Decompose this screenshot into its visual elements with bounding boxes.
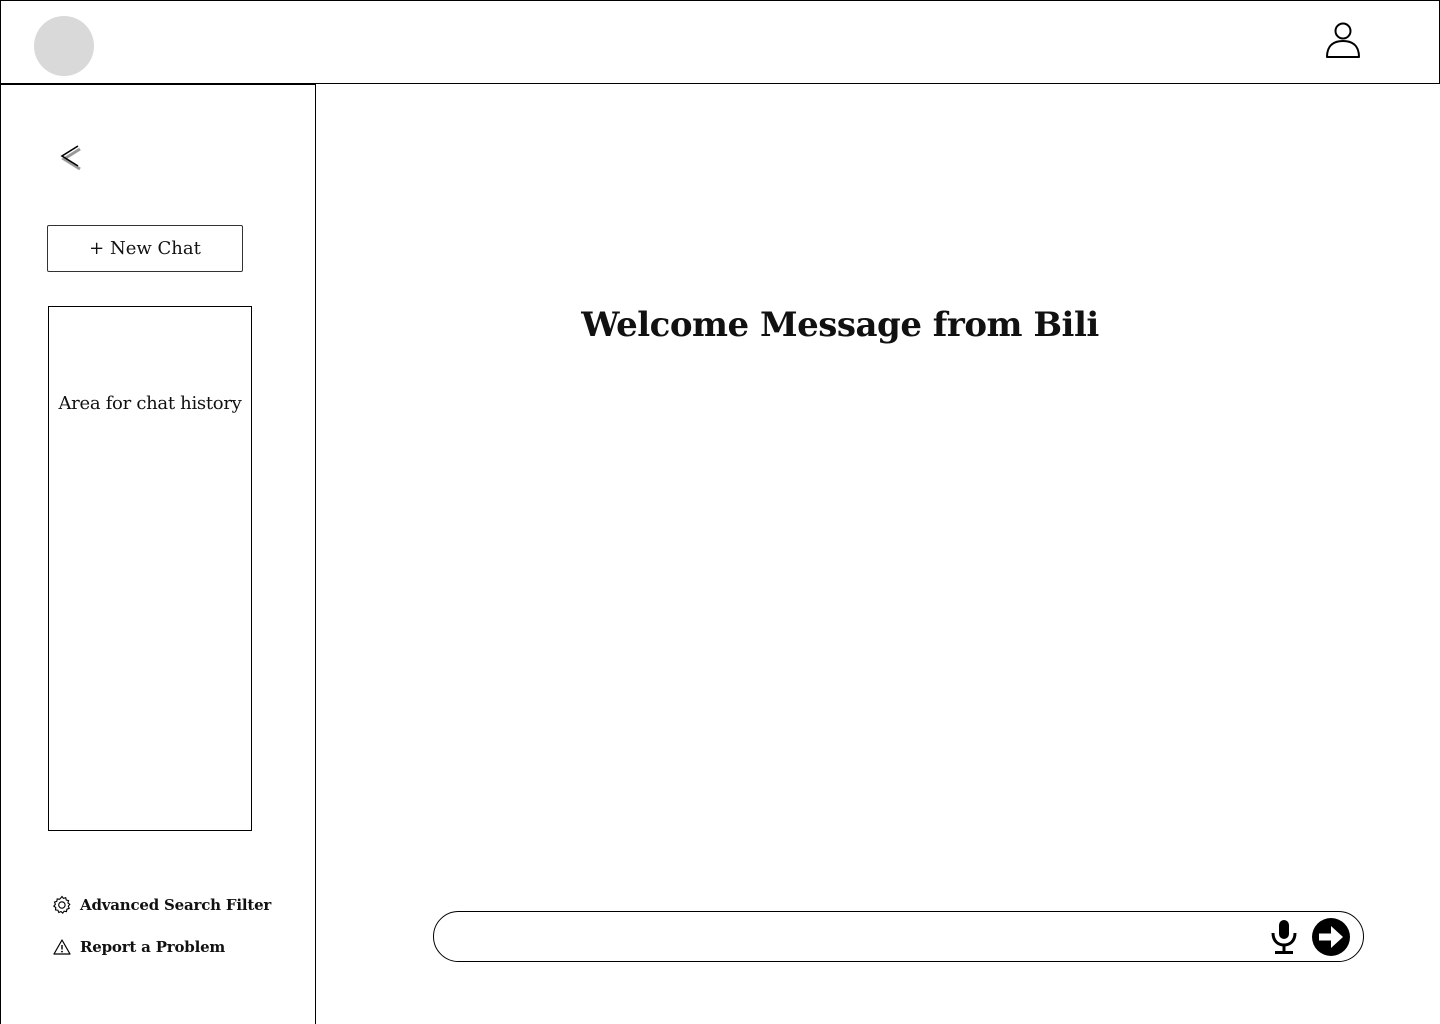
new-chat-button[interactable]: + New Chat [47,225,243,272]
chat-input[interactable] [458,920,1262,955]
arrow-right-circle-icon[interactable] [1311,917,1351,957]
chevron-left-icon[interactable] [53,140,83,174]
sidebar: + New Chat Area for chat history Advance… [0,84,316,1024]
gear-icon [52,895,71,915]
chat-input-bar [433,911,1364,962]
top-bar [0,0,1440,84]
chat-history-placeholder: Area for chat history [58,393,242,414]
advanced-search-filter-link[interactable]: Advanced Search Filter [52,894,271,916]
warning-icon [53,939,71,955]
report-problem-label: Report a Problem [80,938,226,956]
report-problem-link[interactable]: Report a Problem [52,936,225,958]
advanced-search-filter-label: Advanced Search Filter [80,896,272,914]
logo[interactable] [34,16,94,76]
user-icon[interactable] [1325,21,1361,59]
welcome-message: Welcome Message from Bili [581,305,1099,345]
chat-history-panel[interactable]: Area for chat history [48,306,252,831]
microphone-icon[interactable] [1269,919,1299,955]
